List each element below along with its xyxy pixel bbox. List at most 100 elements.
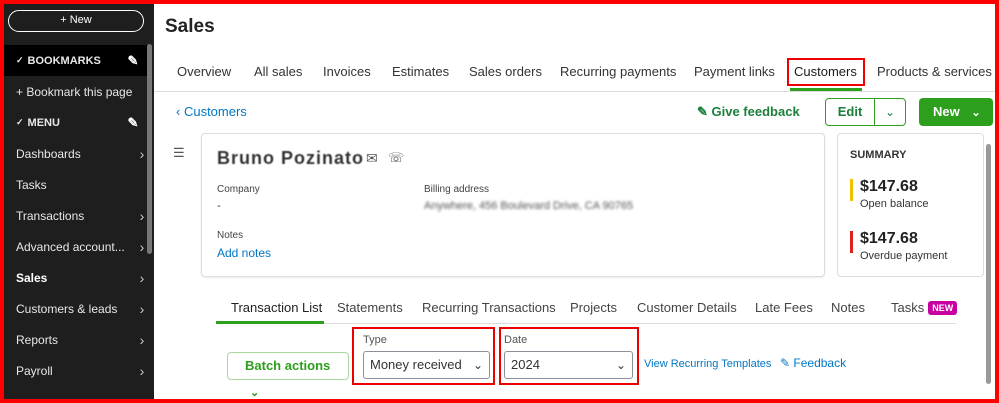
- sidebar-bookmarks-label: BOOKMARKS: [27, 54, 101, 67]
- company-label: Company: [217, 184, 260, 195]
- subtab-tasks-label: Tasks: [891, 300, 925, 315]
- subtab-customer-details[interactable]: Customer Details: [637, 300, 737, 315]
- type-filter-select[interactable]: Money received ⌄: [363, 351, 490, 379]
- back-link-label: Customers: [183, 104, 247, 119]
- tab-products-services[interactable]: Products & services: [877, 64, 992, 79]
- tab-payment-links[interactable]: Payment links: [694, 64, 775, 79]
- sidebar-item-label: Reports: [16, 332, 59, 347]
- edit-pencil-icon[interactable]: ✎: [124, 115, 142, 131]
- edit-button[interactable]: Edit: [826, 99, 875, 125]
- chevron-left-icon: ‹: [176, 104, 184, 119]
- type-filter-label: Type: [363, 334, 387, 346]
- collapse-chevron-icon: ✓: [16, 117, 24, 127]
- page-title: Sales: [165, 16, 215, 37]
- chevron-right-icon: ›: [139, 331, 145, 348]
- sidebar-new-button[interactable]: + New: [8, 10, 144, 32]
- tab-recurring-payments[interactable]: Recurring payments: [560, 64, 676, 79]
- chevron-down-icon: ⌄: [971, 107, 981, 119]
- overdue-indicator: [850, 231, 853, 253]
- open-balance-label: Open balance: [860, 198, 929, 210]
- customer-subtabs: Transaction List Statements Recurring Tr…: [216, 294, 958, 324]
- tab-invoices[interactable]: Invoices: [323, 64, 371, 79]
- sidebar-scrollbar[interactable]: [147, 44, 152, 254]
- date-filter-select[interactable]: 2024 ⌄: [504, 351, 633, 379]
- new-badge: NEW: [928, 301, 958, 315]
- add-notes-link[interactable]: Add notes: [217, 246, 271, 260]
- summary-title: SUMMARY: [850, 149, 907, 161]
- subtab-statements[interactable]: Statements: [337, 300, 403, 315]
- summary-card: SUMMARY $147.68 Open balance $147.68 Ove…: [837, 133, 984, 277]
- feedback-icon: ✎: [697, 104, 712, 119]
- company-value: -: [217, 200, 221, 212]
- collapse-list-icon[interactable]: ☰: [173, 145, 185, 161]
- sidebar-item-tasks[interactable]: Tasks: [4, 169, 150, 200]
- view-recurring-templates-link[interactable]: View Recurring Templates: [644, 358, 771, 370]
- feedback-link-label: Feedback: [793, 356, 847, 370]
- batch-actions-button[interactable]: Batch actions ⌄: [227, 352, 349, 399]
- overdue-label: Overdue payment: [860, 250, 948, 262]
- new-transaction-button[interactable]: New ⌄: [919, 98, 993, 126]
- chevron-down-icon: ⌄: [615, 358, 626, 372]
- type-filter-value: Money received: [370, 357, 462, 372]
- sidebar-item-label: Transactions: [16, 208, 85, 223]
- sales-tabs: Overview All sales Invoices Estimates Sa…: [154, 58, 995, 92]
- customers-tab-highlight: [787, 58, 865, 86]
- sidebar-bookmarks-header[interactable]: ✓ BOOKMARKS ✎: [4, 45, 150, 76]
- billing-address-label: Billing address: [424, 184, 490, 195]
- tab-estimates[interactable]: Estimates: [392, 64, 449, 79]
- sidebar-item-dashboards[interactable]: Dashboards ›: [4, 138, 150, 169]
- sidebar-item-label: Sales: [16, 270, 48, 285]
- new-button-label: New: [933, 104, 960, 119]
- sidebar-item-payroll[interactable]: Payroll ›: [4, 355, 150, 386]
- screenshot-frame: + New ✓ BOOKMARKS ✎ + Bookmark this page…: [4, 4, 995, 399]
- give-feedback-button[interactable]: ✎ Give feedback: [697, 104, 800, 120]
- active-subtab-underline: [216, 321, 324, 324]
- feedback-icon: ✎: [780, 356, 794, 370]
- content-scrollbar[interactable]: [986, 144, 991, 384]
- notes-label: Notes: [217, 230, 244, 241]
- sidebar-item-transactions[interactable]: Transactions ›: [4, 200, 150, 231]
- sidebar-menu-label: MENU: [27, 116, 60, 129]
- phone-icon[interactable]: ☏: [388, 150, 404, 166]
- sidebar-item-label: Customers & leads: [16, 301, 118, 316]
- sidebar-item-reports[interactable]: Reports ›: [4, 324, 150, 355]
- tab-sales-orders[interactable]: Sales orders: [469, 64, 542, 79]
- tab-overview[interactable]: Overview: [177, 64, 231, 79]
- sidebar-item-label: Tasks: [16, 177, 47, 192]
- date-filter-label: Date: [504, 334, 528, 346]
- sidebar: + New ✓ BOOKMARKS ✎ + Bookmark this page…: [4, 4, 154, 399]
- tab-all-sales[interactable]: All sales: [254, 64, 302, 79]
- email-icon[interactable]: ✉: [366, 150, 378, 167]
- sidebar-item-sales[interactable]: Sales ›: [4, 262, 150, 293]
- chevron-down-icon: ⌄: [250, 387, 260, 399]
- sidebar-item-label: Advanced account...: [16, 239, 125, 254]
- subtab-recurring-transactions[interactable]: Recurring Transactions: [422, 300, 556, 315]
- chevron-down-icon[interactable]: ⌄: [875, 99, 905, 125]
- customer-info-card: Bruno Pozinato ✉ ☏ Company - Billing add…: [201, 133, 825, 277]
- batch-actions-label: Batch actions: [245, 358, 331, 373]
- give-feedback-label: Give feedback: [711, 104, 800, 119]
- subtab-notes[interactable]: Notes: [831, 300, 865, 315]
- sidebar-item-customers-leads[interactable]: Customers & leads ›: [4, 293, 150, 324]
- sidebar-item-label: Payroll: [16, 363, 53, 378]
- main-content: Sales Overview All sales Invoices Estima…: [154, 4, 995, 399]
- chevron-right-icon: ›: [139, 362, 145, 379]
- subtab-projects[interactable]: Projects: [570, 300, 617, 315]
- chevron-right-icon: ›: [139, 300, 145, 317]
- sidebar-item-label: Dashboards: [16, 146, 81, 161]
- open-balance-indicator: [850, 179, 853, 201]
- subtab-late-fees[interactable]: Late Fees: [755, 300, 813, 315]
- sidebar-item-advanced-accounting[interactable]: Advanced account... ›: [4, 231, 150, 262]
- collapse-chevron-icon: ✓: [16, 55, 24, 65]
- feedback-link[interactable]: ✎ Feedback: [780, 356, 846, 370]
- overdue-amount: $147.68: [860, 230, 918, 247]
- subtab-tasks[interactable]: Tasks NEW: [891, 300, 958, 315]
- sidebar-menu-header[interactable]: ✓ MENU ✎: [4, 107, 150, 138]
- edit-pencil-icon[interactable]: ✎: [124, 53, 142, 69]
- chevron-right-icon: ›: [139, 269, 145, 286]
- back-to-customers-link[interactable]: ‹ Customers: [176, 104, 247, 119]
- open-balance-amount: $147.68: [860, 178, 918, 195]
- subtab-transaction-list[interactable]: Transaction List: [231, 300, 322, 315]
- sidebar-bookmark-page[interactable]: + Bookmark this page: [4, 76, 150, 107]
- billing-address-value: Anywhere, 456 Boulevard Drive, CA 90765: [424, 200, 634, 212]
